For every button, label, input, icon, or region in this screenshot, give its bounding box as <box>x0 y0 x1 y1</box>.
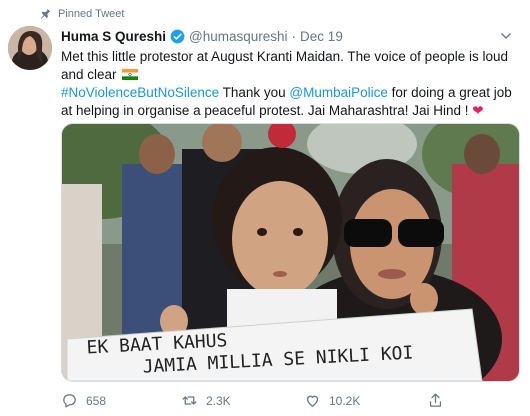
pinned-tweet-label: Pinned Tweet <box>38 7 124 21</box>
pin-icon <box>40 8 51 19</box>
verified-badge-icon <box>170 29 185 44</box>
chevron-down-icon[interactable] <box>498 28 514 44</box>
pinned-text: Pinned Tweet <box>58 8 125 20</box>
user-handle[interactable]: @humasqureshi <box>189 29 288 44</box>
avatar[interactable] <box>8 26 52 70</box>
hashtag-link[interactable]: #NoViolenceButNoSilence <box>61 85 219 100</box>
reply-button[interactable]: 658 <box>61 392 106 409</box>
tweet-photo[interactable]: EK BAAT KAHUS JAMIA MILLIA SE NIKLI KOI <box>61 123 520 382</box>
tweet-date[interactable]: Dec 19 <box>300 29 343 44</box>
retweet-button[interactable]: 2.3K <box>181 392 231 409</box>
mention-link[interactable]: @MumbaiPolice <box>289 85 388 100</box>
reply-count: 658 <box>86 393 107 408</box>
reply-icon <box>63 394 76 408</box>
heart-emoji: ❤ <box>472 103 484 118</box>
tweet-text-part: Thank you <box>219 85 290 100</box>
heart-icon <box>306 395 319 407</box>
like-count: 10.2K <box>329 393 361 408</box>
share-icon <box>429 393 442 407</box>
india-flag-icon <box>122 69 139 80</box>
separator-dot: · <box>291 29 297 44</box>
retweet-count: 2.3K <box>206 393 231 408</box>
retweet-icon <box>182 396 197 405</box>
tweet-text: Met this little protestor at August Kran… <box>61 48 521 120</box>
like-button[interactable]: 10.2K <box>304 392 360 409</box>
display-name[interactable]: Huma S Qureshi <box>61 29 166 44</box>
tweet-actions: 658 2.3K 10.2K <box>61 392 501 412</box>
share-button[interactable] <box>427 392 444 409</box>
tweet-header: Huma S Qureshi @humasqureshi · Dec 19 <box>61 29 343 44</box>
